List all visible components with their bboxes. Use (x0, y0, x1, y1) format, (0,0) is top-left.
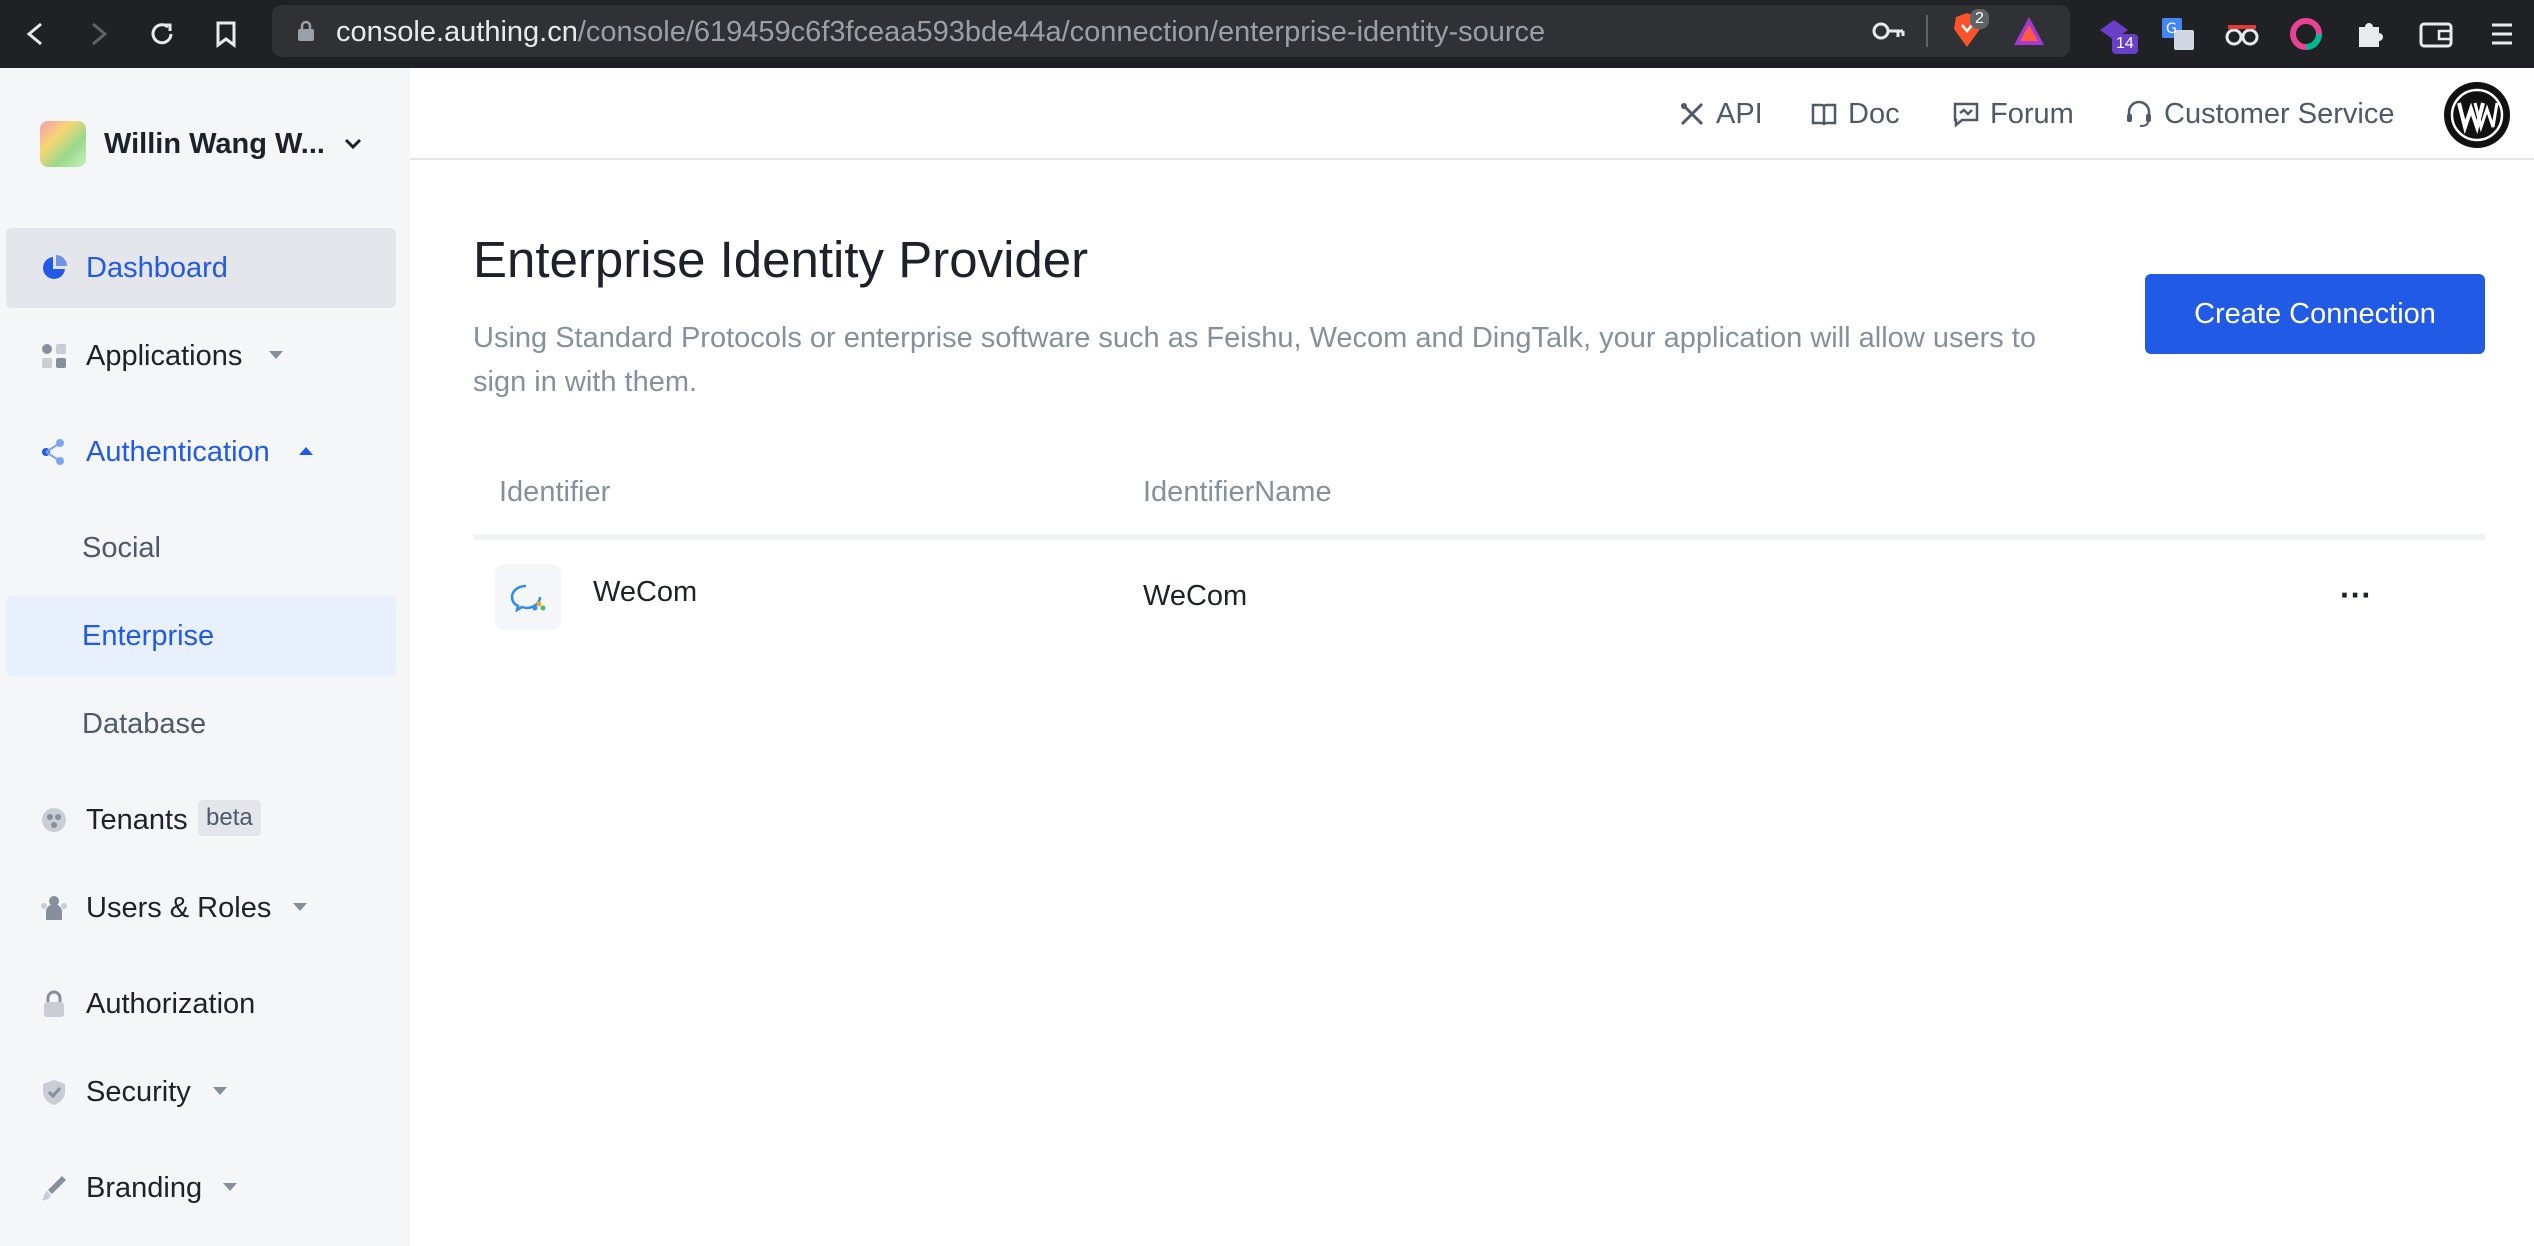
users-icon (41, 896, 67, 920)
wecom-icon (510, 584, 546, 612)
page-title: Enterprise Identity Provider (473, 231, 1089, 288)
row-identifier: WeCom (593, 576, 698, 608)
wallet-icon[interactable] (2414, 12, 2458, 56)
caret-down-icon (269, 351, 283, 359)
message-icon (1953, 102, 1979, 128)
sidebar-item-label: Social (82, 531, 161, 564)
pie-chart-icon (43, 255, 67, 279)
caret-down-icon (223, 1183, 237, 1191)
sidebar-item-label: Branding (86, 1171, 203, 1204)
org-logo (40, 121, 86, 167)
sidebar-item-label: Authentication (86, 435, 270, 468)
brave-rewards-icon[interactable] (2012, 15, 2046, 52)
api-link[interactable]: API (1678, 92, 1763, 136)
table-header: Identifier IdentifierName (473, 450, 2485, 540)
page-description: Using Standard Protocols or enterprise s… (473, 322, 2036, 398)
column-header-identifier-name: IdentifierName (1143, 476, 1332, 508)
forward-icon[interactable] (78, 14, 118, 54)
row-identifier-name: WeCom (1143, 580, 1248, 612)
sidebar-item-authentication[interactable]: Authentication (6, 412, 396, 492)
translate-icon[interactable]: G (2156, 12, 2200, 56)
top-header: API Doc Forum Customer Service (410, 68, 2534, 160)
extension-badge: 14 (2112, 34, 2138, 54)
url-text: console.authing.cn/console/619459c6f3fce… (336, 16, 1546, 48)
sidebar-item-authorization[interactable]: Authorization (6, 964, 396, 1044)
caret-down-icon (213, 1087, 227, 1095)
sidebar-item-branding[interactable]: Branding (6, 1148, 396, 1228)
sidebar-item-dashboard[interactable]: Dashboard (6, 228, 396, 308)
brush-icon (42, 1176, 66, 1201)
sidebar-item-users-roles[interactable]: Users & Roles (6, 868, 396, 948)
customer-service-link[interactable]: Customer Service (2124, 92, 2394, 136)
sidebar-item-label: Applications (86, 339, 243, 372)
sidebar: Willin Wang W... Dashboard Applications … (0, 68, 410, 1246)
sidebar-item-label: Dashboard (86, 251, 228, 284)
column-header-identifier: Identifier (499, 476, 611, 508)
sidebar-subitem-social[interactable]: Social (6, 508, 396, 588)
customer-service-label: Customer Service (2164, 97, 2395, 130)
sidebar-item-label: Enterprise (82, 619, 215, 652)
reload-icon[interactable] (142, 14, 182, 54)
doc-link-label: Doc (1848, 97, 1900, 130)
svg-text:G: G (2166, 21, 2177, 37)
tools-icon (1680, 102, 1704, 126)
color-picker-icon[interactable] (2284, 12, 2328, 56)
forum-link-label: Forum (1990, 97, 2074, 130)
sidebar-item-security[interactable]: Security (6, 1052, 396, 1132)
brave-badge: 2 (1970, 9, 1989, 29)
api-link-label: API (1716, 97, 1763, 130)
extension-icon[interactable]: 14 (2092, 12, 2138, 56)
org-name: Willin Wang W... (104, 127, 325, 160)
forum-link[interactable]: Forum (1952, 92, 2074, 136)
sidebar-subitem-enterprise[interactable]: Enterprise (6, 596, 396, 676)
doc-link[interactable]: Doc (1810, 92, 1900, 136)
sidebar-item-label: Users & Roles (86, 891, 272, 924)
lock-icon (296, 19, 316, 48)
spy-extension-icon[interactable] (2220, 12, 2264, 56)
connections-table: Identifier IdentifierName WeCom WeCom ··… (473, 450, 2485, 660)
table-row[interactable]: WeCom WeCom ··· (473, 540, 2485, 660)
tenants-icon (42, 808, 66, 832)
sidebar-item-label: Tenants (86, 803, 188, 836)
sidebar-item-applications[interactable]: Applications (6, 316, 396, 396)
shield-icon (43, 1080, 65, 1105)
create-connection-button[interactable]: Create Connection (2145, 274, 2485, 354)
avatar[interactable] (2444, 82, 2510, 148)
wecom-logo (495, 564, 561, 630)
sidebar-item-tenants[interactable]: Tenants beta (6, 780, 396, 860)
extensions-puzzle-icon[interactable] (2348, 12, 2392, 56)
chevron-down-icon (344, 138, 362, 150)
url-divider (1926, 15, 1928, 47)
more-actions-button[interactable]: ··· (2331, 570, 2381, 620)
bookmark-icon[interactable] (206, 14, 246, 54)
org-switcher[interactable]: Willin Wang W... (40, 120, 363, 168)
apps-grid-icon (42, 344, 66, 368)
avatar-monogram-icon (2450, 88, 2504, 142)
book-icon (1811, 103, 1837, 126)
sidebar-item-label: Database (82, 707, 207, 740)
key-icon[interactable] (1872, 17, 1906, 50)
sidebar-item-label: Authorization (86, 987, 256, 1020)
lock-icon (44, 990, 64, 1017)
caret-up-icon (299, 447, 313, 455)
share-nodes-icon (42, 439, 64, 465)
back-icon[interactable] (16, 14, 56, 54)
sidebar-subitem-database[interactable]: Database (6, 684, 396, 764)
address-bar[interactable]: console.authing.cn/console/619459c6f3fce… (272, 5, 2070, 57)
brave-shield-icon[interactable]: 2 (1950, 9, 1989, 56)
more-icon: ··· (2340, 576, 2372, 613)
headset-icon (2127, 100, 2151, 127)
browser-menu-icon[interactable] (2480, 12, 2524, 56)
beta-badge: beta (198, 800, 261, 836)
sidebar-item-label: Security (86, 1075, 191, 1108)
caret-down-icon (293, 903, 307, 911)
browser-toolbar: console.authing.cn/console/619459c6f3fce… (0, 0, 2534, 68)
